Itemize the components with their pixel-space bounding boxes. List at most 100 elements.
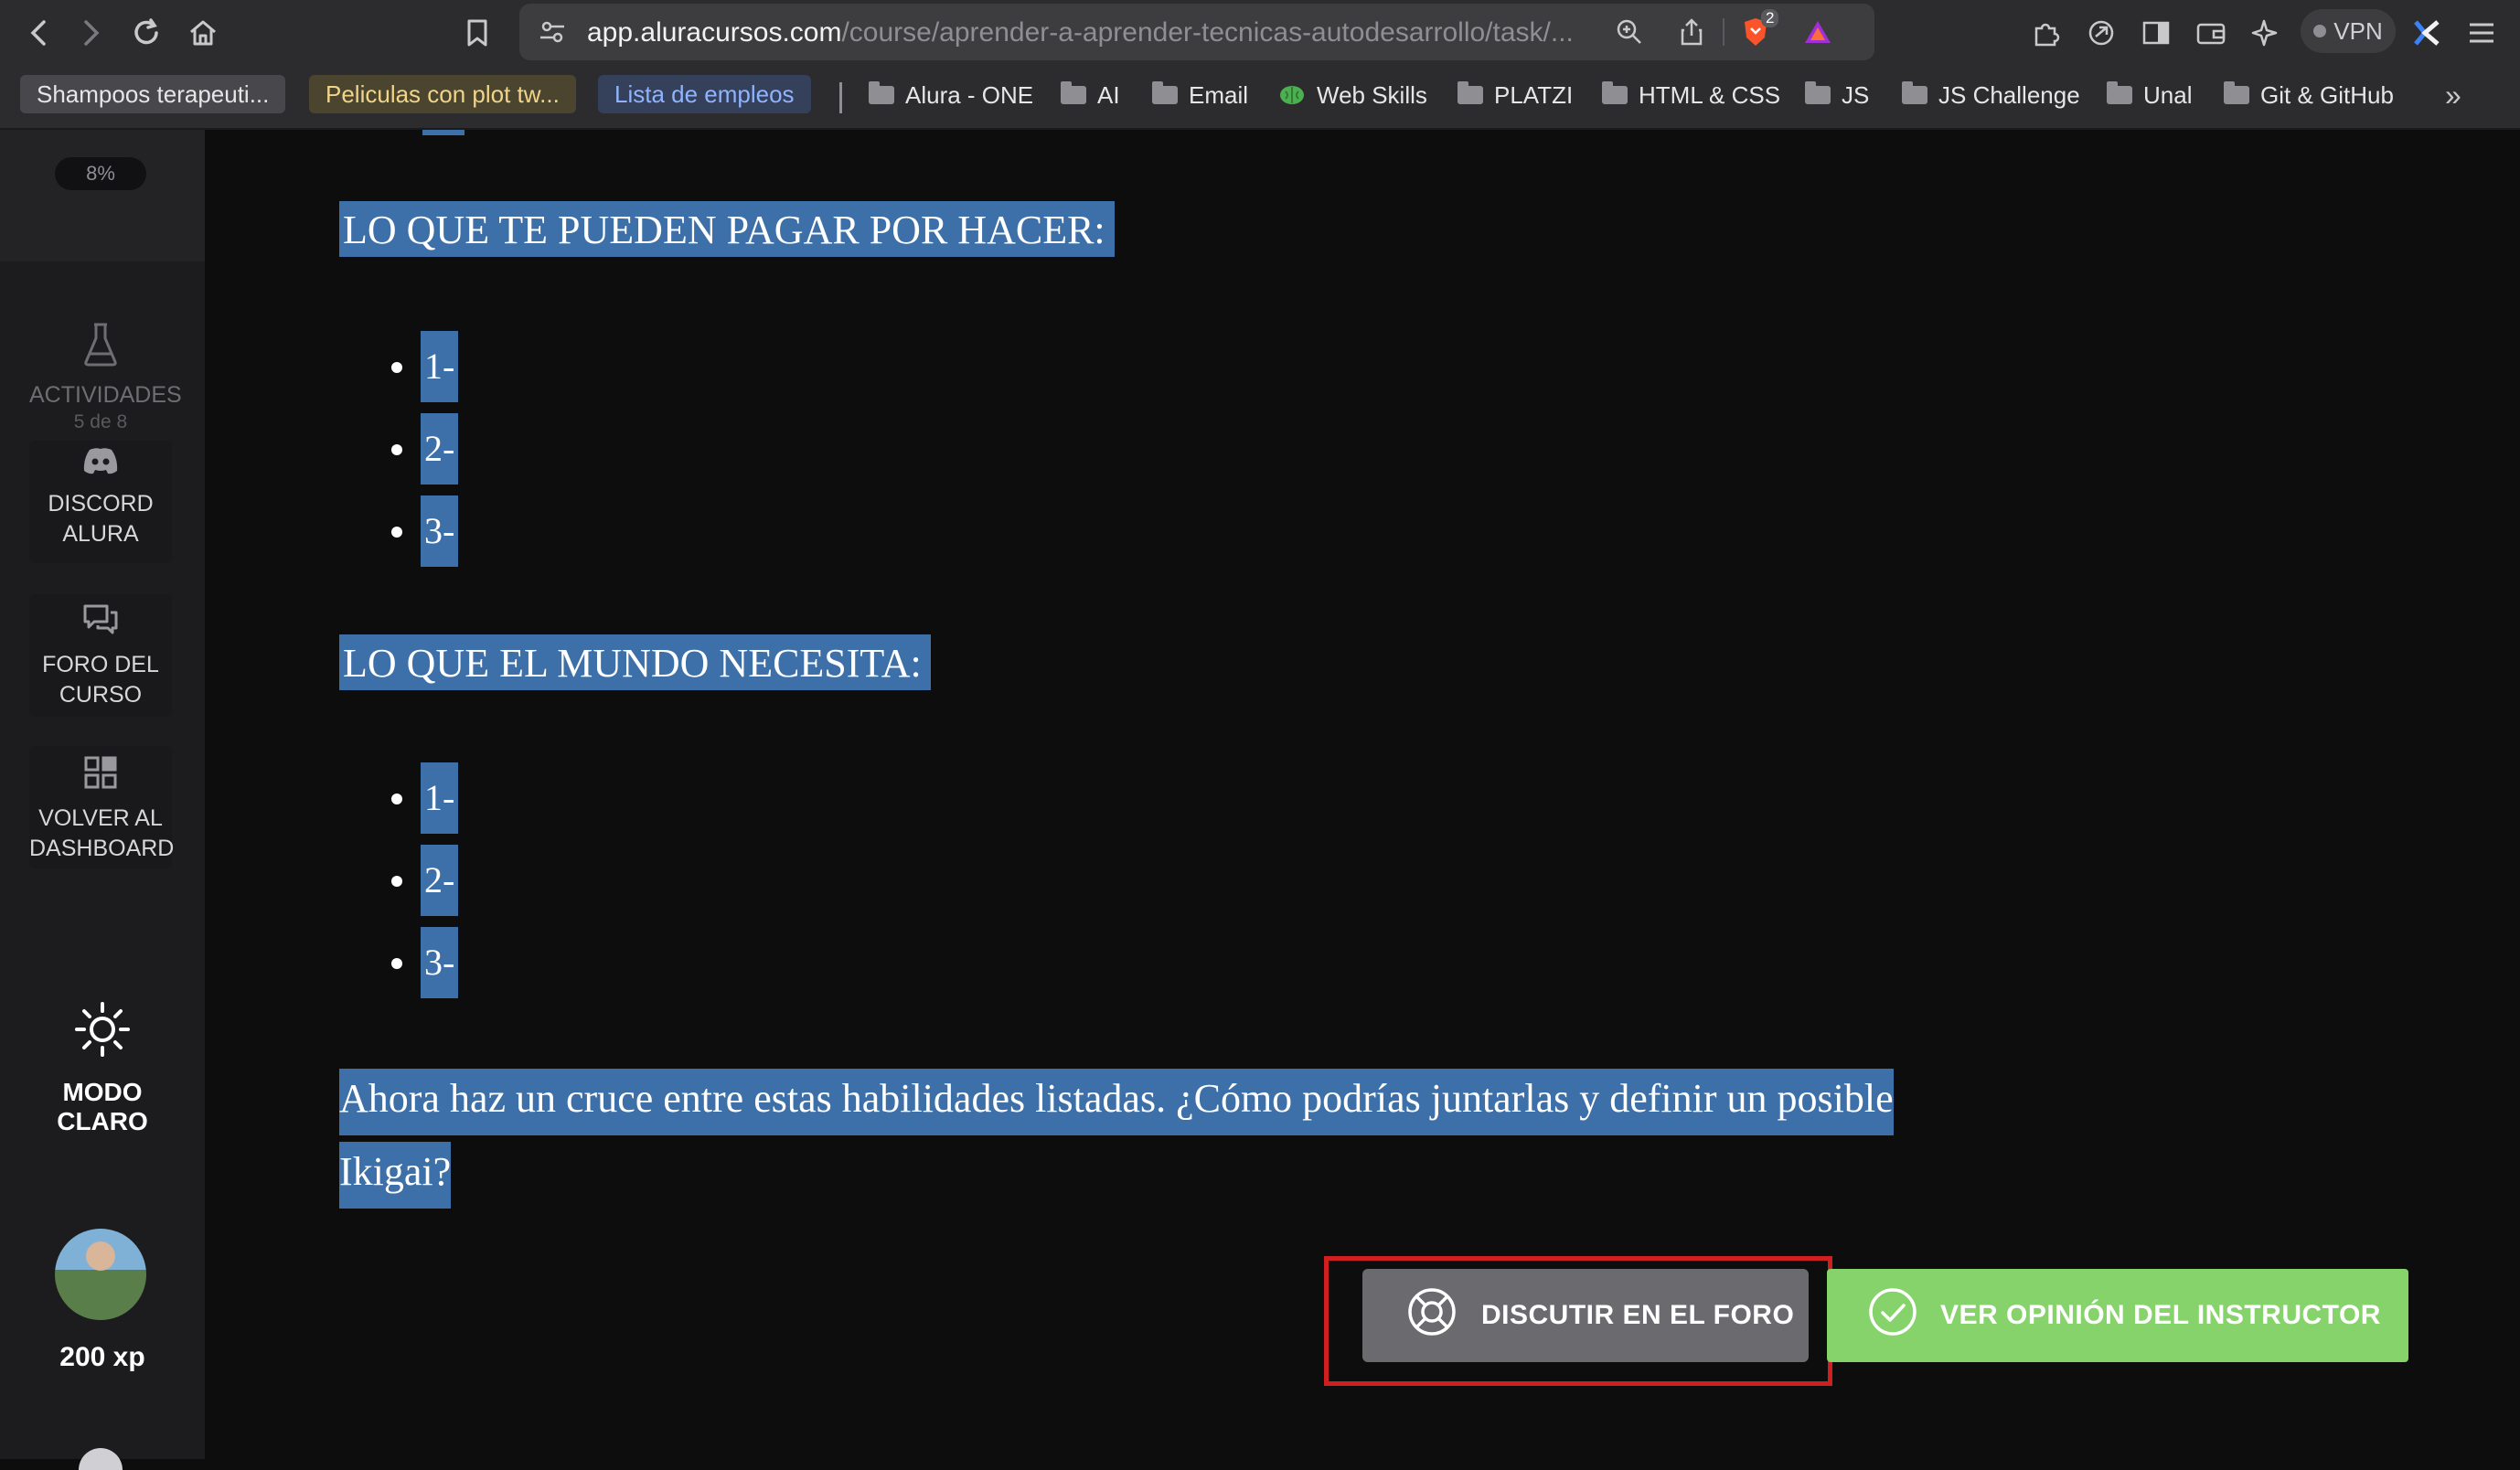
- avatar[interactable]: [55, 1229, 146, 1320]
- bookmarks-bar: Shampoos terapeuti... Peliculas con plot…: [0, 66, 2520, 130]
- dashboard-label-2: DASHBOARD: [29, 836, 175, 861]
- bookmark-folder-html-css[interactable]: HTML & CSS: [1602, 77, 1780, 113]
- vpn-button[interactable]: VPN: [2301, 9, 2396, 53]
- folder-icon: [2107, 81, 2132, 104]
- bookmark-folder-git[interactable]: Git & GitHub: [2224, 77, 2394, 113]
- leo-ai-icon[interactable]: [2081, 13, 2121, 53]
- activities-count: 5 de 8: [73, 411, 128, 432]
- bookmark-folder-email[interactable]: Email: [1152, 77, 1248, 113]
- discord-label-1: DISCORD: [48, 491, 154, 517]
- bookmark-folder-unal[interactable]: Unal: [2107, 77, 2192, 113]
- discord-link[interactable]: DISCORD ALURA: [29, 441, 172, 563]
- address-bar[interactable]: app.aluracursos.com/course/aprender-a-ap…: [519, 4, 1874, 60]
- wallet-icon[interactable]: [2191, 13, 2231, 53]
- list-item: 3-: [391, 495, 459, 567]
- instructor-opinion-button[interactable]: VER OPINIÓN DEL INSTRUCTOR: [1827, 1269, 2408, 1362]
- sidebar-toggle-icon[interactable]: [2136, 13, 2176, 53]
- brave-rewards-icon[interactable]: [1798, 12, 1838, 52]
- bookmark-pill-peliculas[interactable]: Peliculas con plot tw...: [309, 75, 576, 113]
- activities-label: ACTIVIDADES: [29, 382, 182, 408]
- url-divider: [1723, 18, 1724, 46]
- dashboard-icon: [29, 755, 172, 798]
- extensions-icon[interactable]: [2026, 13, 2066, 53]
- bullet: [391, 444, 402, 455]
- bookmark-folder-platzi[interactable]: PLATZI: [1458, 77, 1573, 113]
- heading-world: LO QUE EL MUNDO NECESITA:: [339, 634, 931, 690]
- xp-count: 200 xp: [59, 1342, 145, 1372]
- instructor-opinion-label: VER OPINIÓN DEL INSTRUCTOR: [1940, 1300, 2381, 1330]
- bookmark-folder-ai[interactable]: AI: [1061, 77, 1120, 113]
- list-item: 2-: [391, 413, 459, 485]
- bullet: [391, 958, 402, 969]
- selection-remnant: [422, 130, 464, 135]
- bookmarks-divider: [839, 82, 842, 113]
- course-sidebar: 8% ACTIVIDADES 5 de 8 DISCORD ALURA FORO…: [0, 130, 205, 1470]
- menu-icon[interactable]: [2461, 13, 2502, 53]
- mode-label-2: CLARO: [57, 1107, 148, 1135]
- bullet: [391, 794, 402, 804]
- bookmark-folder-alura[interactable]: Alura - ONE: [869, 77, 1033, 113]
- flask-icon: [29, 322, 172, 376]
- light-mode-toggle[interactable]: MODO CLARO: [0, 1000, 205, 1136]
- bookmark-label: Alura - ONE: [905, 80, 1034, 109]
- chat-icon: [29, 603, 172, 644]
- bookmark-label: Email: [1189, 80, 1249, 109]
- activities-item[interactable]: ACTIVIDADES 5 de 8: [29, 322, 182, 436]
- folder-icon: [1152, 81, 1178, 104]
- forum-link[interactable]: FORO DEL CURSO: [29, 594, 172, 717]
- bookmark-folder-js-challenge[interactable]: JS Challenge: [1902, 77, 2080, 113]
- folder-icon: [869, 81, 894, 104]
- progress-section: 8%: [0, 130, 205, 261]
- url-text: app.aluracursos.com/course/aprender-a-ap…: [587, 17, 1574, 48]
- list-item: 1-: [391, 331, 459, 402]
- bookmark-label: Web Skills: [1317, 80, 1427, 109]
- bookmark-label: Git & GitHub: [2260, 80, 2394, 109]
- discuss-forum-label: DISCUTIR EN EL FORO: [1481, 1300, 1795, 1330]
- progress-badge: 8%: [55, 157, 146, 190]
- partial-icon: [79, 1448, 123, 1470]
- sparkle-icon[interactable]: [2246, 13, 2286, 53]
- zoom-icon[interactable]: [1609, 12, 1650, 52]
- home-icon[interactable]: [183, 13, 223, 53]
- paragraph-line-2: Ikigai?: [339, 1142, 452, 1209]
- bookmark-label: HTML & CSS: [1639, 80, 1781, 109]
- dashboard-link[interactable]: VOLVER AL DASHBOARD: [29, 746, 175, 868]
- bookmark-pill-empleos[interactable]: Lista de empleos: [598, 75, 811, 113]
- list-item: 1-: [391, 762, 459, 834]
- folder-icon: [1061, 81, 1086, 104]
- profile-extension-icon[interactable]: [2407, 13, 2447, 53]
- bookmark-pill-shampoos[interactable]: Shampoos terapeuti...: [20, 75, 286, 113]
- bookmark-label: JS: [1842, 80, 1870, 109]
- folder-icon: [1458, 81, 1483, 104]
- url-path: /course/aprender-a-aprender-tecnicas-aut…: [841, 17, 1574, 48]
- back-icon[interactable]: [18, 13, 59, 53]
- forum-label-2: CURSO: [59, 682, 143, 708]
- forward-icon[interactable]: [71, 13, 112, 53]
- folder-icon: [1902, 81, 1927, 104]
- discuss-forum-button[interactable]: DISCUTIR EN EL FORO: [1362, 1269, 1809, 1362]
- reload-icon[interactable]: [126, 13, 166, 53]
- bookmark-label: JS Challenge: [1938, 80, 2080, 109]
- folder-icon: [2224, 81, 2249, 104]
- dashboard-label-1: VOLVER AL: [38, 805, 163, 831]
- share-icon[interactable]: [1671, 12, 1712, 52]
- browser-toolbar: app.aluracursos.com/course/aprender-a-ap…: [0, 0, 2520, 66]
- bookmark-label: Unal: [2143, 80, 2193, 109]
- list-item-text: 3-: [421, 495, 459, 567]
- vpn-status-icon: [2313, 25, 2327, 37]
- sun-icon: [0, 1000, 205, 1065]
- folder-icon: [1805, 81, 1831, 104]
- task-content: LO QUE TE PUEDEN PAGAR POR HACER: 1- 2- …: [205, 130, 2520, 1459]
- list-item: 2-: [391, 845, 459, 916]
- bookmark-label: AI: [1097, 80, 1120, 109]
- bookmark-web-skills[interactable]: Web Skills: [1278, 77, 1427, 113]
- check-circle-icon: [1867, 1286, 1918, 1345]
- bookmarks-overflow-button[interactable]: »: [2445, 77, 2461, 113]
- site-settings-icon[interactable]: [532, 12, 572, 52]
- instruction-paragraph: Ahora haz un cruce entre estas habilidad…: [339, 1062, 2150, 1209]
- list-item-text: 1-: [421, 331, 459, 402]
- bookmark-folder-js[interactable]: JS: [1805, 77, 1869, 113]
- url-host: app.aluracursos.com: [587, 17, 842, 48]
- bookmark-page-icon[interactable]: [457, 13, 497, 53]
- list-item-text: 1-: [421, 762, 459, 834]
